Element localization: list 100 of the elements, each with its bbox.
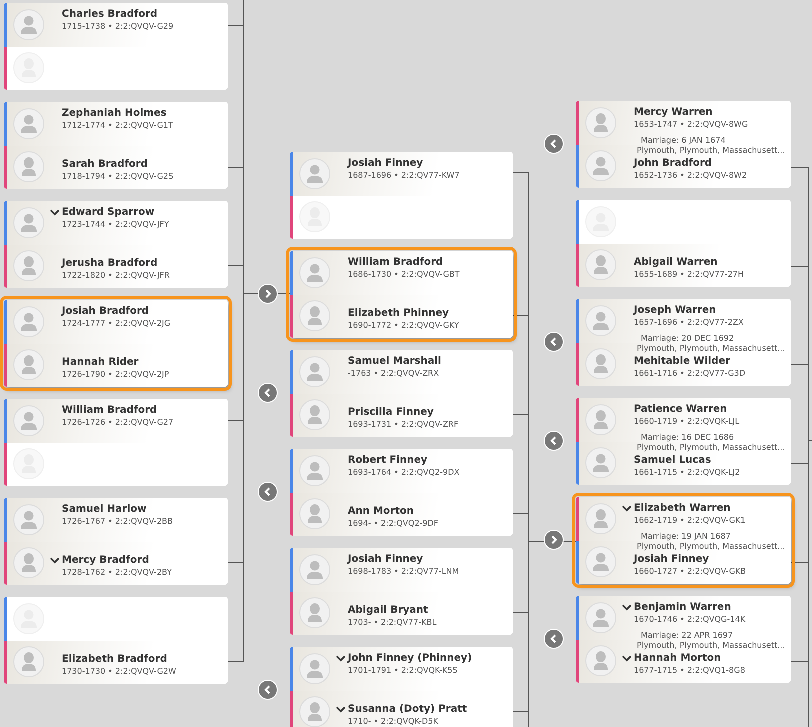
- male-avatar-icon: [13, 108, 45, 140]
- person-details: 1690-1772 • 2:2:QVQV-GKY: [348, 321, 460, 330]
- male-avatar-icon: [299, 454, 331, 487]
- collapse-button[interactable]: [258, 680, 278, 700]
- marriage-date: Marriage: 16 DEC 1686: [640, 433, 736, 443]
- couple-card[interactable]: Edward Sparrow 1723-1744 • 2:2:QVQV-JFY Jerusha Bradford 1722-1820 • 2:2:QVQV-JFR: [4, 201, 228, 288]
- person-name[interactable]: Mercy Warren: [634, 107, 713, 118]
- person-name[interactable]: Josiah Finney: [634, 554, 710, 565]
- couple-card[interactable]: Abigail Warren 1655-1689 • 2:2:QV77-27H: [576, 200, 791, 287]
- couple-card[interactable]: Josiah Bradford 1724-1777 • 2:2:QVQV-2JG Hannah Rider 1726-1790 • 2:2:QVQV-2JP: [4, 300, 228, 387]
- person-name[interactable]: Samuel Lucas: [634, 455, 712, 466]
- person-name[interactable]: Charles Bradford: [62, 9, 158, 20]
- person-name[interactable]: Mercy Bradford: [62, 555, 150, 566]
- female-avatar-icon: [299, 399, 331, 432]
- couple-card[interactable]: Mercy Warren 1653-1747 • 2:2:QVQV-8WG Marriage: 6 JAN 1674 Plymouth, Plymouth, Massachusett... John Bradford 1652-1736 • 2:2:QVQV-8W2: [576, 101, 791, 188]
- female-avatar-icon: [13, 250, 45, 282]
- person-name[interactable]: William Bradford: [62, 405, 158, 416]
- marriage-date: Marriage: 22 APR 1697: [640, 631, 734, 641]
- chevron-down-icon[interactable]: [622, 505, 632, 513]
- couple-card[interactable]: Elizabeth Warren 1662-1719 • 2:2:QVQV-GK1 Marriage: 19 JAN 1687 Plymouth, Plymouth, Massachusett... Josiah Finney 1660-1727 • 2:2:QVQV-GKB: [576, 497, 791, 584]
- collapse-button[interactable]: [544, 332, 564, 352]
- collapse-button[interactable]: [544, 134, 564, 154]
- person-name[interactable]: Josiah Finney: [348, 158, 424, 169]
- male-avatar-icon: [13, 206, 45, 239]
- person-name[interactable]: Samuel Marshall: [348, 356, 442, 367]
- person-name[interactable]: Edward Sparrow: [62, 207, 155, 218]
- couple-card[interactable]: Elizabeth Bradford 1730-1730 • 2:2:QVQV-G2W: [4, 597, 228, 684]
- person-details: 1655-1689 • 2:2:QV77-27H: [634, 270, 744, 279]
- chevron-down-icon[interactable]: [622, 604, 632, 612]
- male-avatar-icon: [299, 158, 331, 190]
- male-avatar-icon: [13, 404, 45, 437]
- couple-card[interactable]: Benjamin Warren 1670-1746 • 2:2:QVQG-14K Marriage: 22 APR 1697 Plymouth, Plymouth, Massachusett... Hannah Morton 1677-1715 • 2:2:QVQ1-8G8: [576, 596, 791, 683]
- person-name[interactable]: Sarah Bradford: [62, 159, 148, 170]
- chevron-down-icon[interactable]: [336, 706, 346, 714]
- person-name[interactable]: Josiah Bradford: [62, 306, 150, 317]
- person-details: 1723-1744 • 2:2:QVQV-JFY: [62, 220, 170, 229]
- marriage-date: Marriage: 19 JAN 1687: [640, 532, 732, 542]
- couple-card[interactable]: Patience Warren 1660-1719 • 2:2:QVQK-LJL Marriage: 16 DEC 1686 Plymouth, Plymouth, Massachusett... Samuel Lucas 1661-1715 • 2:2:QVQK-LJ2: [576, 398, 791, 485]
- chevron-down-icon[interactable]: [50, 557, 60, 565]
- person-details: 1715-1738 • 2:2:QVQV-G29: [62, 22, 174, 31]
- collapse-button[interactable]: [544, 431, 564, 451]
- couple-card[interactable]: Zephaniah Holmes 1712-1774 • 2:2:QVQV-G1T Sarah Bradford 1718-1794 • 2:2:QVQV-G2S: [4, 102, 228, 189]
- person-details: 1701-1791 • 2:2:QVQK-K5S: [348, 666, 459, 675]
- couple-card[interactable]: Charles Bradford 1715-1738 • 2:2:QVQV-G29: [4, 3, 228, 90]
- person-name[interactable]: John Finney (Phinney): [348, 653, 472, 664]
- marriage-place: Plymouth, Plymouth, Massachusett...: [637, 542, 786, 552]
- couple-card[interactable]: John Finney (Phinney) 1701-1791 • 2:2:QVQK-K5S Susanna (Doty) Pratt 1710- • 2:2:QVQK-D5K: [290, 647, 513, 727]
- couple-card[interactable]: William Bradford 1686-1730 • 2:2:QVQV-GBT Elizabeth Phinney 1690-1772 • 2:2:QVQV-GKY: [290, 251, 513, 338]
- person-name[interactable]: Abigail Warren: [634, 257, 718, 268]
- couple-card[interactable]: Samuel Harlow 1726-1767 • 2:2:QVQV-2BB Mercy Bradford 1728-1762 • 2:2:QVQV-2BY: [4, 498, 228, 585]
- person-name[interactable]: John Bradford: [634, 158, 712, 169]
- person-name[interactable]: William Bradford: [348, 257, 444, 268]
- person-details: 1660-1719 • 2:2:QVQK-LJL: [634, 417, 740, 426]
- person-name[interactable]: Patience Warren: [634, 404, 728, 415]
- person-name[interactable]: Hannah Rider: [62, 357, 139, 368]
- person-details: 1653-1747 • 2:2:QVQV-8WG: [634, 120, 748, 129]
- person-name[interactable]: Josiah Finney: [348, 554, 424, 565]
- person-name[interactable]: Susanna (Doty) Pratt: [348, 704, 468, 715]
- female-avatar-icon: [299, 597, 331, 630]
- chevron-down-icon[interactable]: [336, 655, 346, 663]
- person-details: 1726-1767 • 2:2:QVQV-2BB: [62, 517, 174, 526]
- person-name[interactable]: Elizabeth Phinney: [348, 308, 449, 319]
- person-name[interactable]: Jerusha Bradford: [62, 258, 158, 269]
- person-name[interactable]: Elizabeth Bradford: [62, 654, 168, 665]
- person-name[interactable]: Joseph Warren: [634, 305, 716, 316]
- couple-card[interactable]: Samuel Marshall -1763 • 2:2:QVQV-ZRX Priscilla Finney 1693-1731 • 2:2:QVQV-ZRF: [290, 350, 513, 437]
- couple-card[interactable]: Joseph Warren 1657-1696 • 2:2:QV77-2ZX Marriage: 20 DEC 1692 Plymouth, Plymouth, Massachusett... Mehitable Wilder 1661-1716 • 2:2:QV77-G3D: [576, 299, 791, 386]
- person-name[interactable]: Abigail Bryant: [348, 605, 428, 616]
- person-details: 1662-1719 • 2:2:QVQV-GK1: [634, 516, 746, 525]
- person-name[interactable]: Hannah Morton: [634, 653, 722, 664]
- collapse-button[interactable]: [258, 383, 278, 403]
- expand-button[interactable]: [544, 530, 564, 550]
- couple-card[interactable]: Robert Finney 1693-1764 • 2:2:QVQ2-9DX Ann Morton 1694- • 2:2:QVQ2-9DF: [290, 449, 513, 536]
- couple-card[interactable]: William Bradford 1726-1726 • 2:2:QVQV-G27: [4, 399, 228, 486]
- couple-card[interactable]: Josiah Finney 1687-1696 • 2:2:QV77-KW7: [290, 152, 513, 239]
- person-name[interactable]: Robert Finney: [348, 455, 428, 466]
- person-name[interactable]: Ann Morton: [348, 506, 414, 517]
- person-name[interactable]: Mehitable Wilder: [634, 356, 730, 367]
- person-details: 1693-1764 • 2:2:QVQ2-9DX: [348, 468, 460, 477]
- chevron-down-icon[interactable]: [50, 209, 60, 217]
- person-details: 1686-1730 • 2:2:QVQV-GBT: [348, 270, 460, 279]
- person-name[interactable]: Priscilla Finney: [348, 407, 434, 418]
- male-avatar-icon: [299, 652, 331, 685]
- collapse-button[interactable]: [258, 482, 278, 502]
- female-avatar-icon: [585, 249, 617, 282]
- female-avatar-icon: [585, 106, 617, 139]
- person-details: 1670-1746 • 2:2:QVQG-14K: [634, 615, 746, 624]
- person-name[interactable]: Benjamin Warren: [634, 602, 732, 613]
- person-details: 1660-1727 • 2:2:QVQV-GKB: [634, 567, 746, 576]
- chevron-down-icon[interactable]: [622, 655, 632, 663]
- person-details: 1726-1726 • 2:2:QVQV-G27: [62, 418, 174, 427]
- person-name[interactable]: Zephaniah Holmes: [62, 108, 167, 119]
- couple-card[interactable]: Josiah Finney 1698-1783 • 2:2:QV77-LNM Abigail Bryant 1703- • 2:2:QV77-KBL: [290, 548, 513, 635]
- male-avatar-icon: [585, 304, 617, 337]
- person-name[interactable]: Elizabeth Warren: [634, 503, 731, 514]
- person-details: 1698-1783 • 2:2:QV77-LNM: [348, 567, 460, 576]
- marriage-date: Marriage: 6 JAN 1674: [640, 136, 727, 146]
- expand-button[interactable]: [258, 284, 278, 304]
- person-name[interactable]: Samuel Harlow: [62, 504, 147, 515]
- collapse-button[interactable]: [544, 629, 564, 649]
